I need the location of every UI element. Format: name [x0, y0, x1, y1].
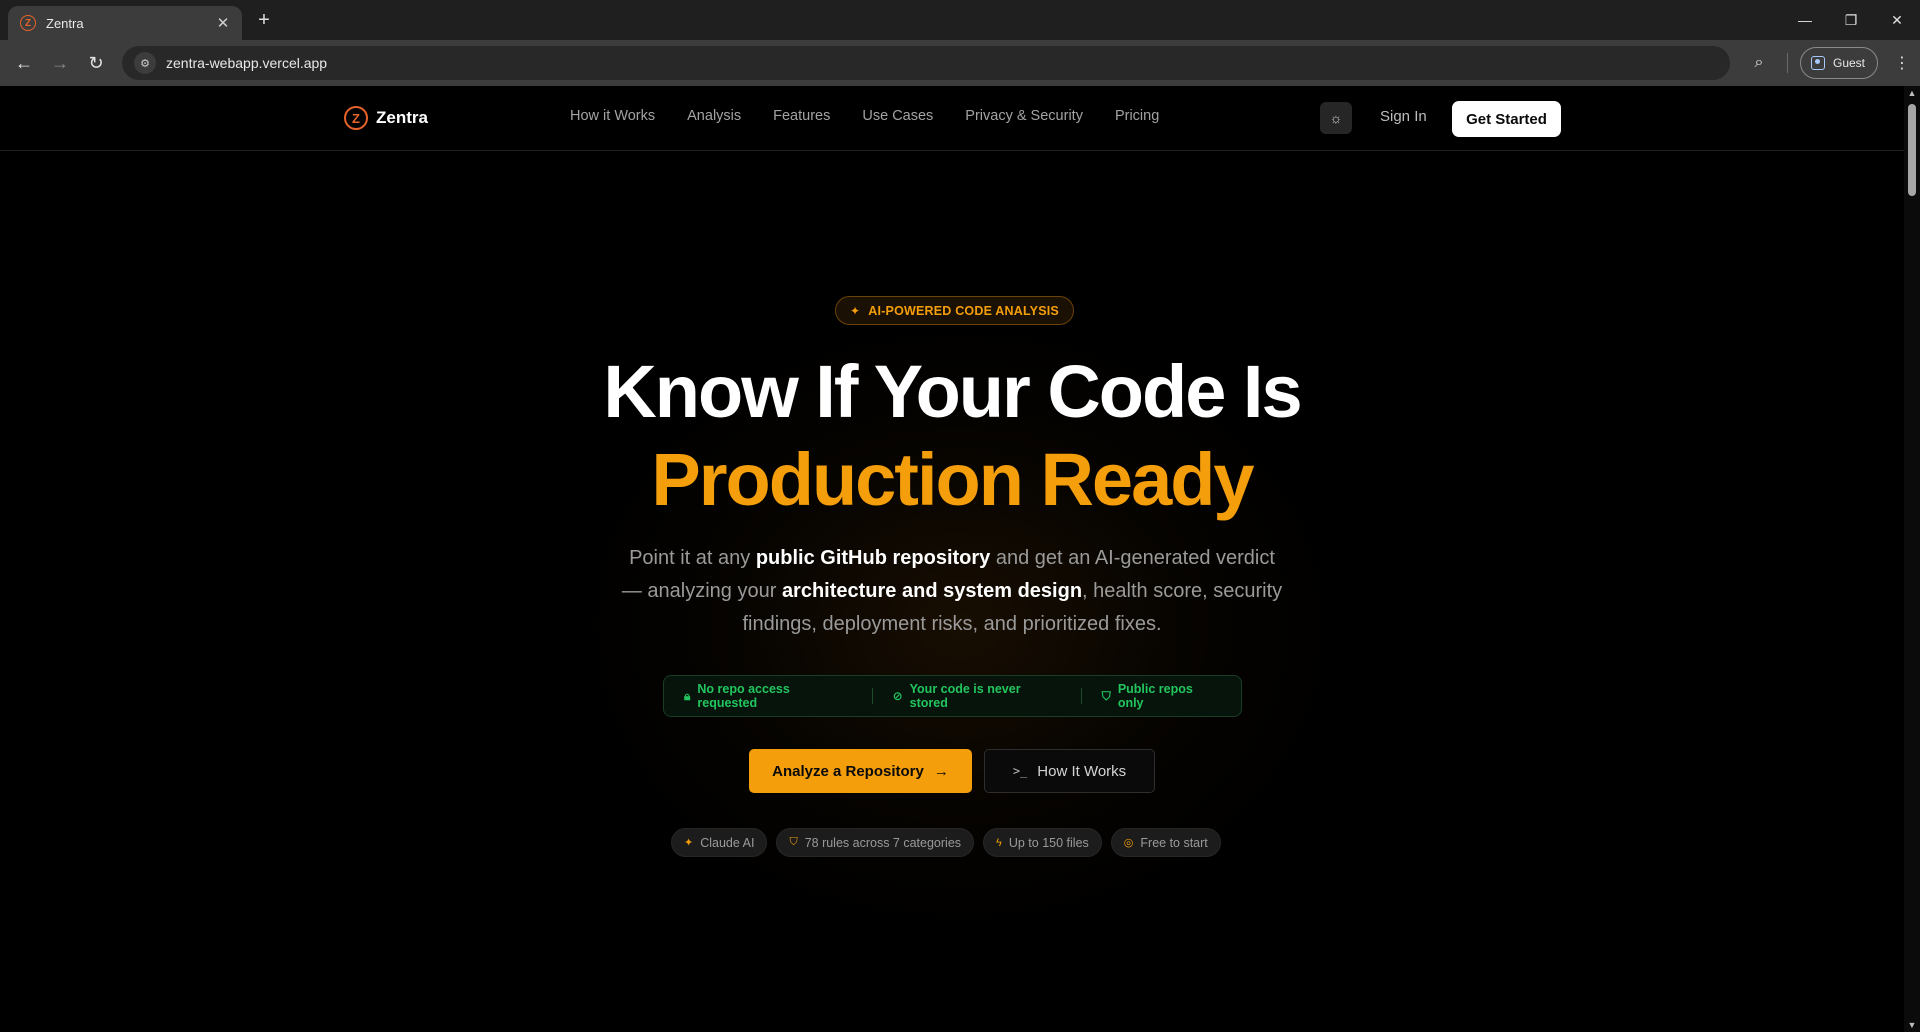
analyze-repository-button[interactable]: Analyze a Repository →: [749, 749, 972, 793]
plus-icon[interactable]: +: [252, 8, 276, 32]
how-it-works-button[interactable]: >_ How It Works: [984, 749, 1155, 793]
url-text[interactable]: zentra-webapp.vercel.app: [166, 55, 327, 71]
browser-tab-strip: Z Zentra ✕ + — ❐ ✕: [0, 0, 1920, 40]
page-viewport: Z Zentra How it Works Analysis Features …: [0, 86, 1920, 1032]
brand-link[interactable]: Z Zentra: [344, 106, 428, 130]
nav-link-privacy-security[interactable]: Privacy & Security: [965, 108, 1083, 124]
trust-bar: 🔒︎ No repo access requested ⊘ Your code …: [663, 675, 1242, 717]
hero-title-line2: Production Ready: [651, 438, 1254, 521]
trust-label: No repo access requested: [697, 682, 790, 710]
page-scrollbar[interactable]: ▲ ▼: [1904, 86, 1920, 1032]
site-info-icon[interactable]: ⚙: [134, 52, 156, 74]
feature-chips: ✦ Claude AI ⛉ 78 rules across 7 categori…: [671, 828, 1230, 857]
brand-name: Zentra: [376, 108, 428, 127]
sign-in-link[interactable]: Sign In: [1380, 108, 1427, 125]
subtitle-part: Point it at any: [629, 547, 756, 569]
get-started-button[interactable]: Get Started: [1452, 101, 1561, 137]
back-icon[interactable]: ←: [6, 45, 42, 81]
profile-icon: [1810, 56, 1825, 70]
profile-button[interactable]: Guest: [1799, 47, 1878, 79]
lock-icon: 🔒︎: [684, 688, 691, 703]
scroll-thumb[interactable]: [1908, 104, 1916, 196]
tab-title: Zentra: [46, 15, 84, 31]
nav-link-how-it-works[interactable]: How it Works: [570, 108, 655, 124]
arrow-right-icon: →: [933, 762, 949, 780]
scroll-down-icon[interactable]: ▼: [1907, 1020, 1917, 1030]
lens-icon[interactable]: ⌕: [1741, 45, 1777, 81]
profile-label: Guest: [1832, 56, 1865, 70]
shield-icon: ⛉: [789, 836, 798, 848]
chip-rules: ⛉ 78 rules across 7 categories: [776, 828, 975, 857]
address-bar[interactable]: ⚙ zentra-webapp.vercel.app: [122, 46, 1730, 80]
primary-nav: How it Works Analysis Features Use Cases…: [570, 108, 1191, 124]
eye-off-icon: ⊘: [892, 689, 903, 703]
subtitle-emphasis-architecture: architecture and system design: [781, 580, 1083, 602]
how-it-works-label: How It Works: [1037, 762, 1127, 780]
window-controls: — ❐ ✕: [1782, 0, 1920, 40]
hero-title: Know If Your Code Is Production Ready: [0, 348, 1904, 524]
chip-claude-ai: ✦ Claude AI: [671, 828, 768, 857]
chip-label: Free to start: [1140, 835, 1208, 850]
chip-free: ◎ Free to start: [1110, 828, 1221, 857]
chip-label: Claude AI: [700, 835, 755, 850]
terminal-icon: >_: [1012, 764, 1028, 778]
trust-item-no-access: 🔒︎ No repo access requested: [664, 682, 872, 710]
trust-label: Public repos only: [1117, 682, 1193, 710]
reload-icon[interactable]: ↻: [78, 45, 114, 81]
minimize-icon[interactable]: —: [1782, 0, 1828, 40]
trust-label: Your code is never stored: [909, 682, 1021, 710]
check-circle-icon: ◎: [1123, 837, 1134, 849]
hero-title-line1: Know If Your Code Is: [603, 350, 1302, 433]
zentra-logo-icon: Z: [344, 106, 368, 130]
maximize-icon[interactable]: ❐: [1828, 0, 1874, 40]
site-header: Z Zentra How it Works Analysis Features …: [0, 86, 1904, 151]
menu-dots-icon[interactable]: ⋮: [1884, 45, 1920, 81]
sparkles-icon: ✦: [850, 303, 861, 318]
window-close-icon[interactable]: ✕: [1874, 0, 1920, 40]
chip-label: 78 rules across 7 categories: [804, 835, 962, 850]
hero-subtitle: Point it at any public GitHub repository…: [620, 542, 1284, 641]
nav-link-features[interactable]: Features: [773, 108, 830, 124]
toolbar-divider: [1786, 53, 1788, 73]
trust-item-never-stored: ⊘ Your code is never stored: [873, 682, 1081, 710]
subtitle-emphasis-repo: public GitHub repository: [755, 547, 991, 569]
nav-link-pricing[interactable]: Pricing: [1115, 108, 1159, 124]
chip-label: Up to 150 files: [1008, 835, 1089, 850]
trust-item-public-only: ⛉ Public repos only: [1082, 682, 1241, 710]
hero-badge-label: AI-POWERED CODE ANALYSIS: [868, 303, 1059, 318]
close-icon[interactable]: ✕: [214, 14, 232, 32]
zentra-favicon-icon: Z: [20, 15, 36, 31]
nav-link-analysis[interactable]: Analysis: [687, 108, 741, 124]
chip-files: ϟ Up to 150 files: [983, 828, 1102, 857]
forward-icon[interactable]: →: [42, 45, 78, 81]
nav-link-use-cases[interactable]: Use Cases: [862, 108, 933, 124]
sparkles-icon: ✦: [684, 837, 694, 849]
scroll-up-icon[interactable]: ▲: [1907, 88, 1917, 98]
lightning-icon: ϟ: [996, 836, 1002, 849]
sun-icon[interactable]: ☼: [1320, 102, 1352, 134]
hero-badge: ✦ AI-POWERED CODE ANALYSIS: [835, 296, 1074, 325]
analyze-repository-label: Analyze a Repository: [772, 762, 924, 780]
browser-tab[interactable]: Z Zentra ✕: [8, 6, 242, 40]
shield-check-icon: ⛉: [1101, 688, 1111, 703]
browser-toolbar: ← → ↻ ⚙ zentra-webapp.vercel.app ⌕ Guest…: [0, 40, 1920, 86]
